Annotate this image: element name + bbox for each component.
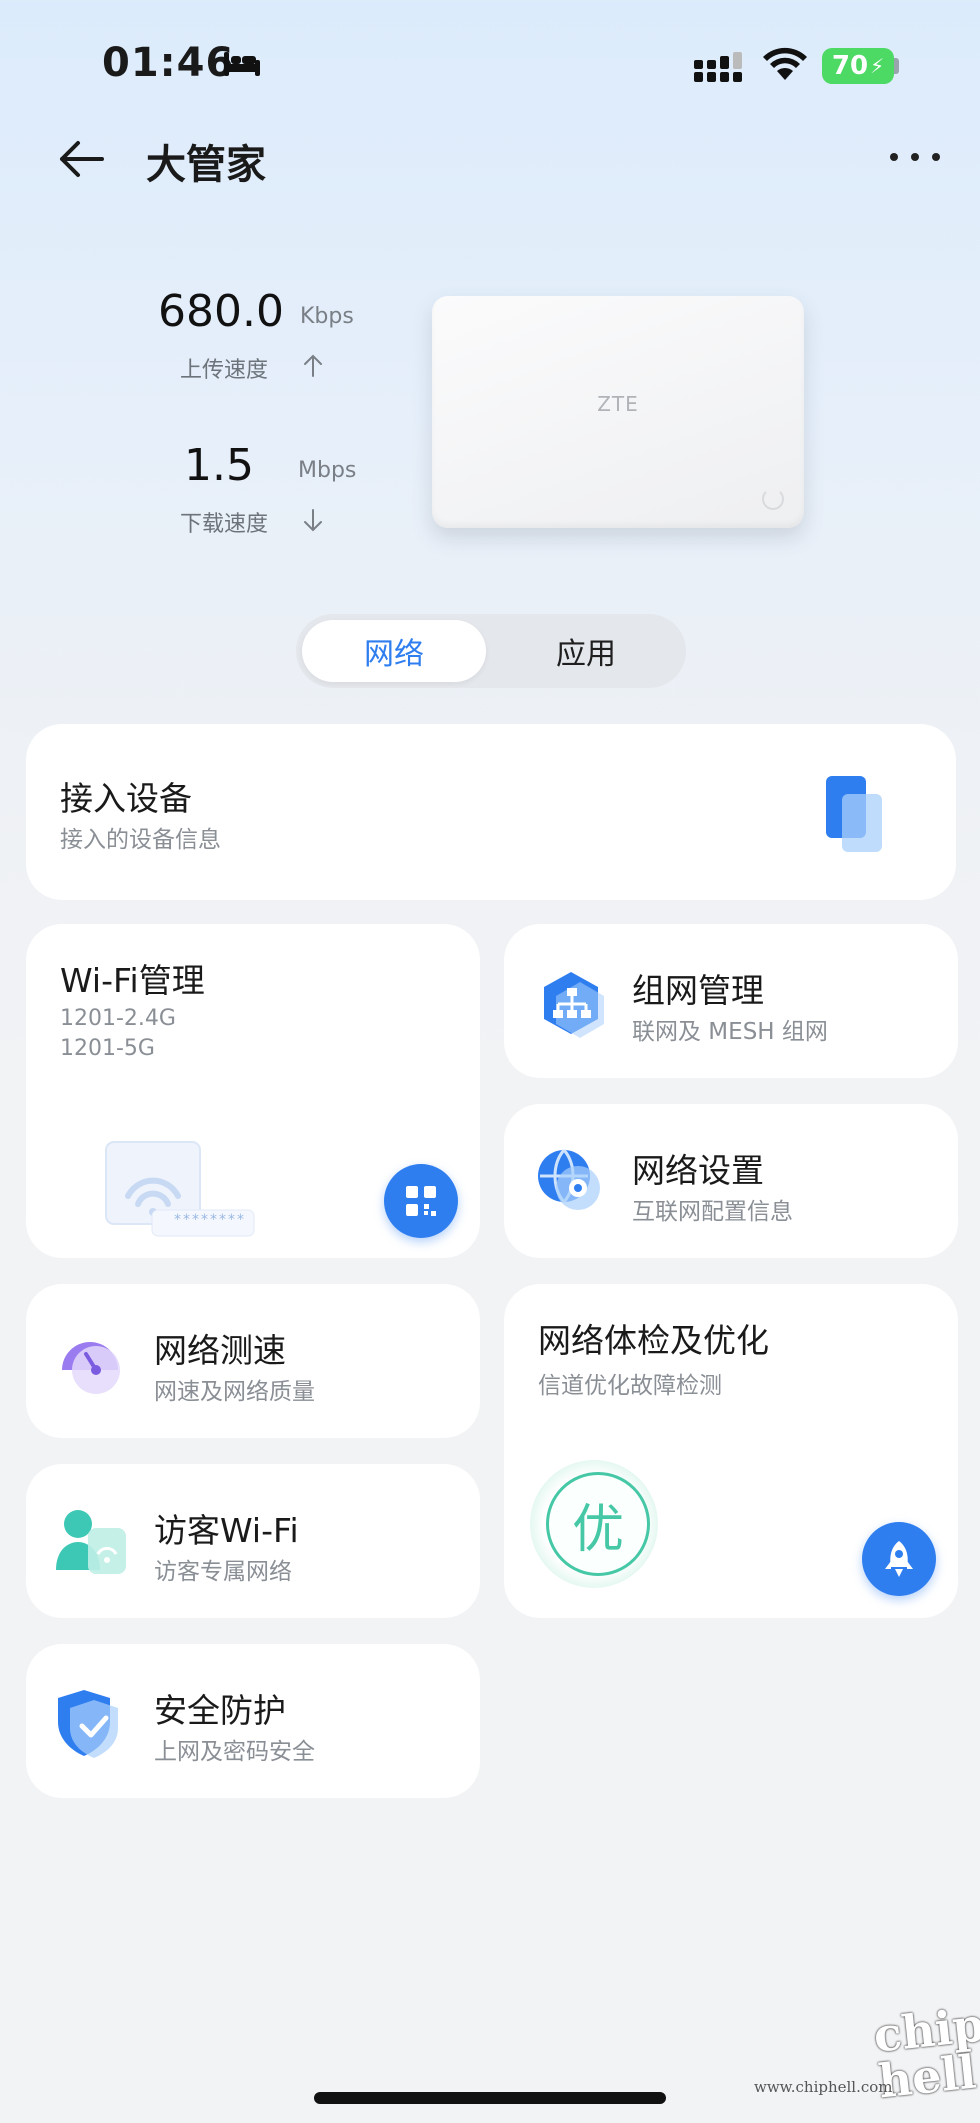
guest-wifi-card[interactable]: 访客Wi-Fi 访客专属网络 xyxy=(26,1464,480,1618)
battery-cap xyxy=(894,58,899,74)
card-subtitle: 接入的设备信息 xyxy=(60,827,221,853)
card-subtitle: 信道优化故障检测 xyxy=(538,1373,722,1399)
card-title: 网络体检及优化 xyxy=(538,1321,769,1360)
connected-devices-card[interactable]: 接入设备 接入的设备信息 xyxy=(26,724,956,900)
card-title: 网络测速 xyxy=(154,1331,286,1370)
card-subtitle: 网速及网络质量 xyxy=(154,1379,315,1405)
rocket-icon xyxy=(885,1541,913,1577)
card-subtitle: 上网及密码安全 xyxy=(154,1739,315,1765)
tab-network[interactable]: 网络 xyxy=(302,620,486,682)
router-indicator-light xyxy=(762,488,784,510)
speed-test-card[interactable]: 网络测速 网速及网络质量 xyxy=(26,1284,480,1438)
router-image: ZTE xyxy=(432,296,804,528)
upload-speed-value: 680.0 xyxy=(158,286,284,337)
status-time: 01:46 xyxy=(102,40,235,86)
card-title: 网络设置 xyxy=(632,1151,764,1190)
card-title: 组网管理 xyxy=(632,971,764,1010)
card-title: Wi-Fi管理 xyxy=(60,961,205,1000)
shield-check-icon xyxy=(58,1690,118,1758)
cellular-signal-icon xyxy=(694,52,742,82)
download-speed-unit: Mbps xyxy=(298,458,357,483)
page-title: 大管家 xyxy=(146,142,266,188)
mesh-networking-card[interactable]: 组网管理 联网及 MESH 组网 xyxy=(504,924,958,1078)
card-subtitle: 互联网配置信息 xyxy=(632,1199,793,1225)
card-subtitle: 访客专属网络 xyxy=(154,1559,292,1585)
speedometer-icon xyxy=(62,1342,120,1394)
card-title: 访客Wi-Fi xyxy=(154,1511,299,1550)
qr-code-icon xyxy=(406,1186,436,1216)
network-topology-icon xyxy=(544,972,604,1038)
sleep-bed-icon xyxy=(224,52,260,76)
phone-device-icon xyxy=(826,776,882,852)
upload-speed-label: 上传速度 xyxy=(180,358,269,383)
network-grade-badge: 优 xyxy=(546,1472,650,1576)
optimize-button[interactable] xyxy=(862,1522,936,1596)
qr-code-button[interactable] xyxy=(384,1164,458,1238)
ssid-5g: 1201-5G xyxy=(60,1036,155,1061)
battery-level: 70 ⚡ xyxy=(822,48,894,84)
wifi-status-icon xyxy=(763,47,807,80)
card-subtitle: 联网及 MESH 组网 xyxy=(632,1019,828,1045)
back-arrow-icon[interactable] xyxy=(56,138,106,180)
wifi-management-card[interactable]: Wi-Fi管理 1201-2.4G 1201-5G ******** xyxy=(26,924,480,1258)
charging-bolt-icon: ⚡ xyxy=(870,54,885,78)
card-title: 接入设备 xyxy=(60,779,192,818)
watermark-site: www.chiphell.com xyxy=(754,2078,893,2096)
network-checkup-card[interactable]: 网络体检及优化 信道优化故障检测 优 xyxy=(504,1284,958,1618)
tab-switcher: 网络 应用 xyxy=(296,614,686,688)
upload-arrow-icon xyxy=(304,354,322,377)
guest-user-icon xyxy=(56,1510,126,1574)
download-speed-label: 下载速度 xyxy=(180,512,269,537)
more-options-icon[interactable] xyxy=(890,140,940,174)
wifi-password-mask: ******** xyxy=(174,1212,246,1228)
ssid-2g: 1201-2.4G xyxy=(60,1006,176,1031)
network-settings-card[interactable]: 网络设置 互联网配置信息 xyxy=(504,1104,958,1258)
security-protection-card[interactable]: 安全防护 上网及密码安全 xyxy=(26,1644,480,1798)
router-brand: ZTE xyxy=(597,392,639,416)
globe-settings-icon xyxy=(538,1149,600,1210)
download-arrow-icon xyxy=(304,509,322,532)
battery-percent: 70 xyxy=(831,51,869,81)
home-indicator[interactable] xyxy=(314,2092,666,2104)
upload-speed-unit: Kbps xyxy=(300,304,354,329)
download-speed-value: 1.5 xyxy=(184,440,254,491)
card-title: 安全防护 xyxy=(154,1691,286,1730)
tab-apps[interactable]: 应用 xyxy=(492,620,680,682)
